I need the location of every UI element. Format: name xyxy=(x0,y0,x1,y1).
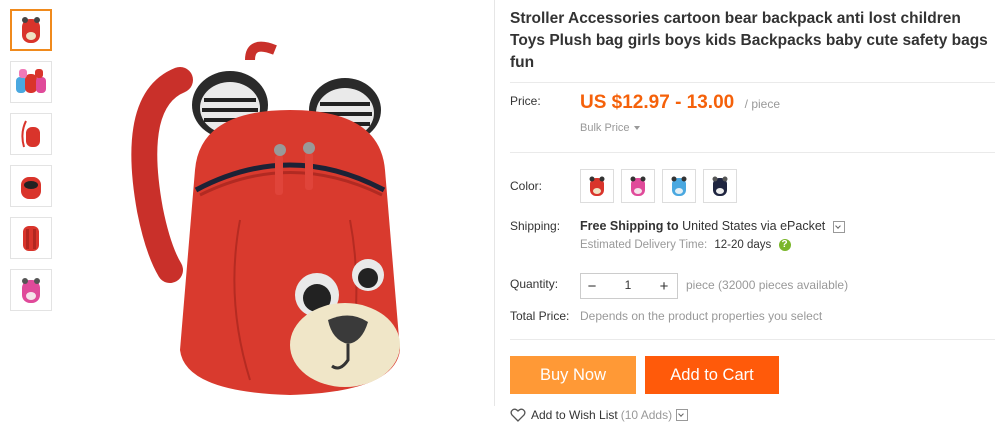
navy-backpack-swatch-icon xyxy=(712,176,728,196)
heart-plus-icon xyxy=(510,408,526,422)
quantity-stepper: − + xyxy=(580,273,678,299)
price-value: US $12.97 - 13.00 xyxy=(580,92,735,113)
bulk-price-dropdown[interactable]: Bulk Price xyxy=(580,122,640,134)
thumbnail-strip xyxy=(10,9,56,321)
vertical-divider xyxy=(494,0,495,406)
divider xyxy=(510,152,995,153)
product-info-panel: Stroller Accessories cartoon bear backpa… xyxy=(510,8,995,422)
quantity-label: Quantity: xyxy=(510,277,559,291)
quantity-input[interactable] xyxy=(603,274,653,296)
group-backpacks-thumb-icon xyxy=(16,69,46,93)
add-to-cart-button[interactable]: Add to Cart xyxy=(645,356,779,394)
shipping-method: via ePacket xyxy=(760,219,826,233)
red-side-thumb-icon xyxy=(21,120,40,148)
help-icon[interactable]: ? xyxy=(778,239,791,251)
estimated-delivery: Estimated Delivery Time: 12-20 days ? xyxy=(580,239,845,251)
buy-now-button[interactable]: Buy Now xyxy=(510,356,636,394)
red-backpack-swatch-icon xyxy=(589,176,605,196)
price-unit: / piece xyxy=(744,97,781,111)
color-label: Color: xyxy=(510,179,543,193)
wishlist-count: (10 Adds) xyxy=(620,408,673,422)
price-row: Price: US $12.97 - 13.00 / piece Bulk Pr… xyxy=(510,92,995,144)
red-open-thumb-icon xyxy=(21,177,41,199)
free-shipping-text: Free Shipping to xyxy=(580,219,679,233)
color-swatch-blue[interactable] xyxy=(662,169,696,203)
product-title: Stroller Accessories cartoon bear backpa… xyxy=(510,10,988,71)
shipping-label: Shipping: xyxy=(510,219,561,233)
thumbnail-red-backpack[interactable] xyxy=(10,9,52,51)
chevron-down-icon[interactable] xyxy=(676,409,689,421)
pink-backpack-thumb-icon xyxy=(22,278,40,303)
divider xyxy=(510,82,995,83)
pink-backpack-swatch-icon xyxy=(630,176,646,196)
color-row: Color: xyxy=(510,169,995,211)
estimated-delivery-label: Estimated Delivery Time: xyxy=(580,239,708,252)
total-price-row: Total Price: Depends on the product prop… xyxy=(510,309,995,335)
thumbnail-group-backpacks[interactable] xyxy=(10,61,52,103)
color-swatch-navy[interactable] xyxy=(703,169,737,203)
total-price-note: Depends on the product properties you se… xyxy=(580,309,823,323)
chevron-down-icon[interactable] xyxy=(832,220,845,233)
shipping-country: United States xyxy=(682,219,758,233)
shipping-summary[interactable]: Free Shipping to United States via ePack… xyxy=(580,219,845,233)
thumbnail-red-back[interactable] xyxy=(10,217,52,259)
quantity-row: Quantity: − + piece (32000 pieces availa… xyxy=(510,273,995,303)
color-swatch-pink[interactable] xyxy=(621,169,655,203)
add-to-wishlist[interactable]: Add to Wish List (10 Adds) xyxy=(510,408,995,422)
decrease-quantity-button[interactable]: − xyxy=(581,274,603,298)
increase-quantity-button[interactable]: + xyxy=(653,274,675,298)
thumbnail-red-side[interactable] xyxy=(10,113,52,155)
thumbnail-red-open[interactable] xyxy=(10,165,52,207)
product-main-image xyxy=(131,41,400,395)
estimated-delivery-days: 12-20 days xyxy=(714,239,772,252)
divider xyxy=(510,339,995,340)
total-price-label: Total Price: xyxy=(510,309,570,323)
action-buttons: Buy Now Add to Cart xyxy=(510,356,995,394)
quantity-availability: piece (32000 pieces available) xyxy=(686,278,849,292)
price-label: Price: xyxy=(510,94,541,108)
wishlist-label: Add to Wish List xyxy=(531,408,618,422)
red-back-thumb-icon xyxy=(23,226,39,251)
shipping-row: Shipping: Free Shipping to United States… xyxy=(510,219,995,259)
color-swatch-red[interactable] xyxy=(580,169,614,203)
thumbnail-pink[interactable] xyxy=(10,269,52,311)
red-backpack-thumb-icon xyxy=(22,17,40,43)
blue-backpack-swatch-icon xyxy=(671,176,687,196)
